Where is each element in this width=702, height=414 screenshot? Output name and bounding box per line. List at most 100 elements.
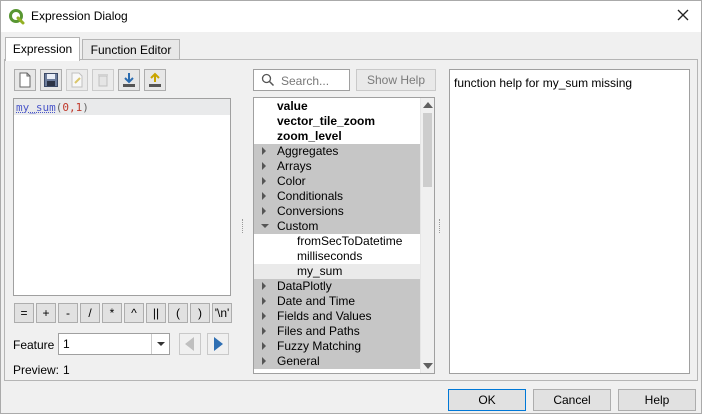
- operator-plus-button[interactable]: +: [36, 303, 56, 323]
- help-text: function help for my_sum missing: [454, 76, 633, 90]
- operator-divide-button[interactable]: /: [80, 303, 100, 323]
- collapsed-arrow-icon[interactable]: [262, 327, 266, 335]
- arrow-left-icon: [185, 337, 194, 351]
- arrow-right-icon: [214, 337, 223, 351]
- import-button[interactable]: [118, 69, 140, 91]
- tree-item-label: vector_tile_zoom: [277, 114, 376, 128]
- tree-group-item[interactable]: Conversions: [254, 204, 420, 219]
- tree-group-item[interactable]: General: [254, 354, 420, 369]
- chevron-down-icon: [151, 334, 169, 354]
- collapsed-arrow-icon[interactable]: [262, 282, 266, 290]
- help-button[interactable]: Help: [618, 389, 696, 411]
- operator-equals-button[interactable]: =: [14, 303, 34, 323]
- tree-item-label: zoom_level: [277, 129, 342, 143]
- qgis-icon: [9, 9, 25, 25]
- feature-combo[interactable]: 1: [58, 333, 170, 355]
- tree-item-label: Date and Time: [277, 294, 356, 308]
- search-icon: [261, 73, 275, 87]
- expression-code: my_sum(0,1): [16, 101, 89, 114]
- search-input[interactable]: Search...: [253, 69, 350, 91]
- collapsed-arrow-icon[interactable]: [262, 357, 266, 365]
- right-splitter-handle[interactable]: [439, 219, 442, 233]
- collapsed-arrow-icon[interactable]: [262, 297, 266, 305]
- collapsed-arrow-icon[interactable]: [262, 147, 266, 155]
- operator-power-button[interactable]: ^: [124, 303, 144, 323]
- tree-function-item[interactable]: my_sum: [254, 264, 420, 279]
- code-arguments: 0,1: [62, 101, 83, 114]
- tab-expression[interactable]: Expression: [5, 37, 80, 61]
- collapsed-arrow-icon[interactable]: [262, 162, 266, 170]
- collapsed-arrow-icon[interactable]: [262, 177, 266, 185]
- close-icon[interactable]: [675, 7, 691, 23]
- tree-item-label: my_sum: [297, 264, 343, 278]
- scroll-thumb[interactable]: [423, 113, 432, 187]
- tree-item-label: Fields and Values: [277, 309, 372, 323]
- tree-group-item[interactable]: DataPlotly: [254, 279, 420, 294]
- left-splitter-handle[interactable]: [242, 219, 245, 233]
- delete-icon: [98, 74, 108, 87]
- collapsed-arrow-icon[interactable]: [262, 207, 266, 215]
- collapsed-arrow-icon[interactable]: [262, 192, 266, 200]
- tree-item-label: value: [277, 99, 308, 113]
- tree-function-item[interactable]: zoom_level: [254, 129, 420, 144]
- operator-open-paren-button[interactable]: (: [168, 303, 188, 323]
- tree-group-item[interactable]: Custom: [254, 219, 420, 234]
- ok-button[interactable]: OK: [448, 389, 526, 411]
- feature-label: Feature: [13, 338, 55, 352]
- tree-item-label: milliseconds: [297, 249, 363, 263]
- tree-group-item[interactable]: Arrays: [254, 159, 420, 174]
- save-button[interactable]: [40, 69, 62, 91]
- expression-editor[interactable]: my_sum(0,1): [13, 98, 231, 296]
- code-close-paren: ): [82, 101, 89, 114]
- code-function-name: my_sum: [16, 101, 56, 114]
- tree-function-item[interactable]: milliseconds: [254, 249, 420, 264]
- next-feature-button[interactable]: [207, 333, 229, 355]
- tree-item-label: DataPlotly: [277, 279, 332, 293]
- operator-minus-button[interactable]: -: [58, 303, 78, 323]
- tree-item-label: Fuzzy Matching: [277, 339, 362, 353]
- operator-newline-button[interactable]: '\n': [212, 303, 232, 323]
- preview-label: Preview:: [13, 363, 60, 377]
- tab-function-editor[interactable]: Function Editor: [82, 39, 180, 60]
- tree-group-item[interactable]: Fuzzy Matching: [254, 339, 420, 354]
- tree-group-item[interactable]: Files and Paths: [254, 324, 420, 339]
- save-icon: [44, 73, 58, 87]
- collapsed-arrow-icon[interactable]: [262, 312, 266, 320]
- edit-button[interactable]: [66, 69, 88, 91]
- scroll-down-icon[interactable]: [423, 363, 433, 369]
- expanded-arrow-icon[interactable]: [261, 224, 269, 228]
- new-file-icon: [19, 72, 31, 88]
- tree-group-item[interactable]: Aggregates: [254, 144, 420, 159]
- tree-item-label: Conditionals: [277, 189, 344, 203]
- feature-value: 1: [63, 337, 70, 351]
- tree-function-item[interactable]: fromSecToDatetime: [254, 234, 420, 249]
- previous-feature-button[interactable]: [179, 333, 201, 355]
- tree-item-label: Aggregates: [277, 144, 339, 158]
- tree-group-item[interactable]: Fields and Values: [254, 309, 420, 324]
- export-button[interactable]: [144, 69, 166, 91]
- tree-function-item[interactable]: vector_tile_zoom: [254, 114, 420, 129]
- title-bar: Expression Dialog: [1, 1, 701, 32]
- delete-button[interactable]: [92, 69, 114, 91]
- tree-item-label: Conversions: [277, 204, 344, 218]
- import-icon: [123, 73, 135, 87]
- tree-group-item[interactable]: Conditionals: [254, 189, 420, 204]
- tree-group-item[interactable]: Date and Time: [254, 294, 420, 309]
- search-placeholder: Search...: [281, 74, 330, 88]
- tree-scrollbar[interactable]: [420, 98, 434, 373]
- operator-close-paren-button[interactable]: ): [190, 303, 210, 323]
- operator-multiply-button[interactable]: *: [102, 303, 122, 323]
- scroll-up-icon[interactable]: [423, 102, 433, 108]
- tree-item-label: Files and Paths: [277, 324, 360, 338]
- tree-item-label: General: [277, 354, 320, 368]
- collapsed-arrow-icon[interactable]: [262, 342, 266, 350]
- tree-group-item[interactable]: Color: [254, 174, 420, 189]
- new-file-button[interactable]: [14, 69, 36, 91]
- edit-icon: [71, 72, 83, 88]
- operator-concat-button[interactable]: ||: [146, 303, 166, 323]
- cancel-button[interactable]: Cancel: [533, 389, 611, 411]
- window-title: Expression Dialog: [31, 9, 128, 23]
- expression-dialog: Expression Dialog Expression Function Ed…: [0, 0, 702, 414]
- tree-function-item[interactable]: value: [254, 99, 420, 114]
- show-help-button[interactable]: Show Help: [356, 69, 436, 91]
